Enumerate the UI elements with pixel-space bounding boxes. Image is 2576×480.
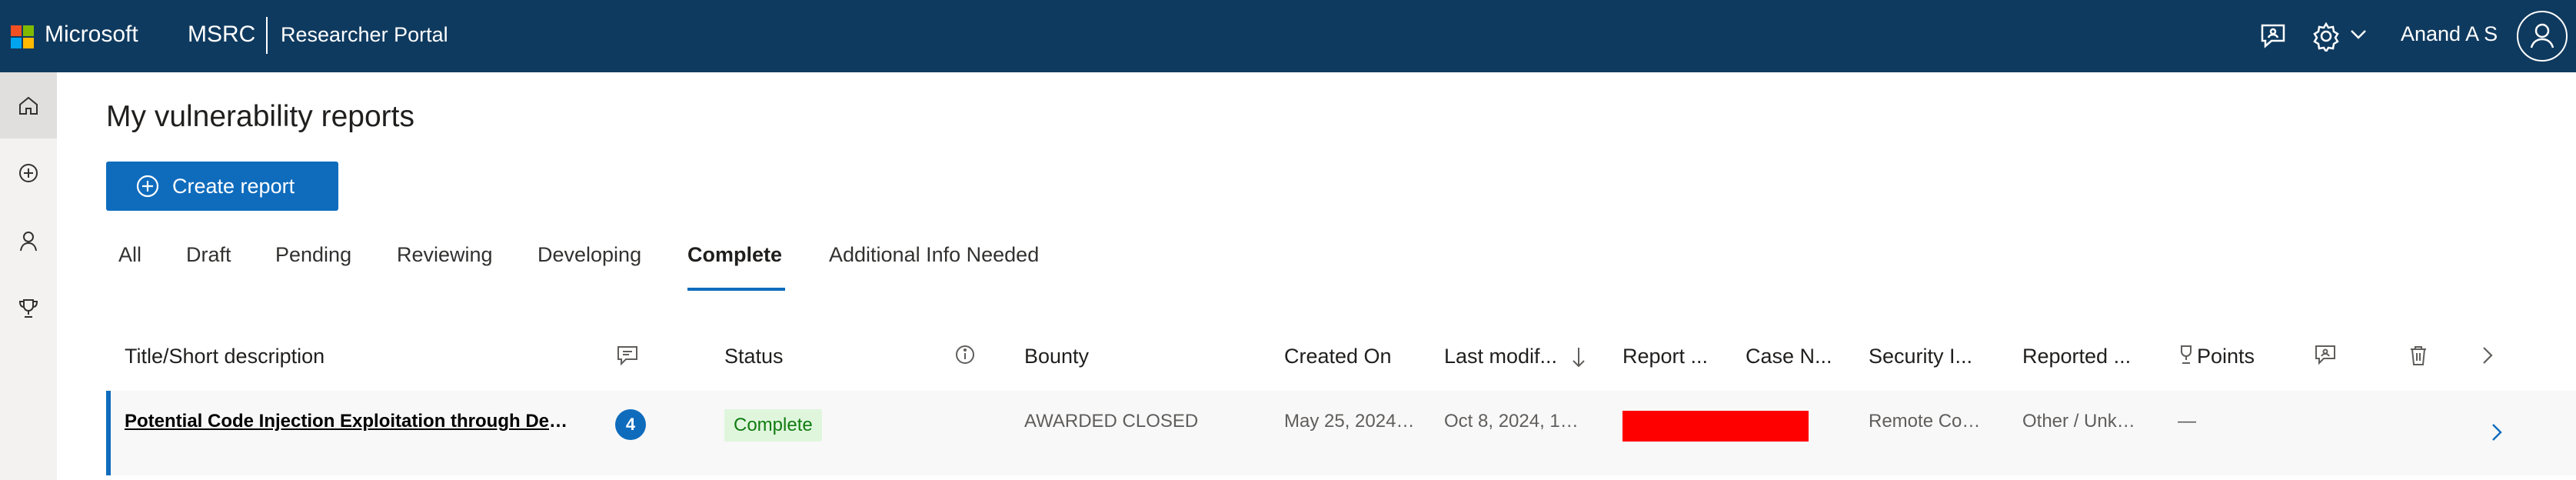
- table-row[interactable]: [106, 391, 2576, 475]
- bounty-value: AWARDED CLOSED: [1024, 411, 1199, 432]
- chevron-right-icon[interactable]: [2479, 343, 2496, 372]
- chevron-down-icon[interactable]: [2348, 25, 2368, 45]
- column-header-status[interactable]: Status: [724, 345, 784, 368]
- tab-draft[interactable]: Draft: [186, 243, 231, 267]
- left-rail: [0, 72, 57, 480]
- add-circle-icon: [136, 175, 159, 198]
- tab-all[interactable]: All: [118, 243, 141, 267]
- add-circle-icon: [19, 164, 38, 182]
- column-header-title[interactable]: Title/Short description: [125, 345, 324, 368]
- user-name[interactable]: Anand A S: [2401, 22, 2498, 46]
- column-header-bounty[interactable]: Bounty: [1024, 345, 1089, 368]
- column-header-created-on[interactable]: Created On: [1284, 345, 1392, 368]
- comments-count-badge[interactable]: 4: [615, 409, 646, 440]
- column-header-points[interactable]: Points: [2197, 345, 2255, 368]
- user-icon: [2530, 23, 2554, 48]
- user-avatar[interactable]: [2517, 11, 2568, 62]
- trophy-icon: [18, 299, 38, 318]
- created-on-value: May 25, 2024, 10:00 AM: [1284, 411, 1415, 432]
- redacted-block: [1622, 411, 1809, 442]
- tab-developing[interactable]: Developing: [537, 243, 641, 267]
- portal-name[interactable]: Researcher Portal: [281, 23, 448, 47]
- column-header-report[interactable]: Report ...: [1622, 345, 1708, 368]
- feedback-icon[interactable]: [2313, 343, 2338, 372]
- feedback-icon[interactable]: [2258, 21, 2288, 52]
- sort-descending-icon[interactable]: [1570, 345, 1587, 373]
- report-title-link[interactable]: Potential Code Injection Exploitation th…: [125, 411, 578, 432]
- microsoft-logo[interactable]: [11, 25, 34, 48]
- create-report-label: Create report: [172, 174, 295, 198]
- product-name[interactable]: MSRC: [188, 22, 255, 48]
- delete-icon[interactable]: [2407, 343, 2430, 372]
- rail-item-profile[interactable]: [0, 208, 57, 274]
- row-chevron-right-icon[interactable]: [2488, 420, 2505, 448]
- rail-item-home[interactable]: [0, 72, 57, 138]
- last-modified-value: Oct 8, 2024, 10:00 AM: [1444, 411, 1584, 432]
- reported-value: Other / Unknown: [2022, 411, 2145, 432]
- column-header-last-modified[interactable]: Last modif...: [1444, 345, 1557, 368]
- tab-additional-info-needed[interactable]: Additional Info Needed: [829, 243, 1039, 267]
- rail-item-create[interactable]: [0, 140, 57, 206]
- page-title: My vulnerability reports: [106, 100, 414, 133]
- column-header-reported[interactable]: Reported ...: [2022, 345, 2131, 368]
- tab-reviewing[interactable]: Reviewing: [397, 243, 493, 267]
- tab-pending[interactable]: Pending: [275, 243, 351, 267]
- points-value: —: [2178, 411, 2196, 432]
- info-icon[interactable]: [954, 343, 977, 370]
- brand-name[interactable]: Microsoft: [45, 22, 138, 48]
- gear-icon[interactable]: [2311, 21, 2341, 54]
- comments-icon[interactable]: [615, 343, 640, 372]
- active-tab-indicator: [687, 288, 785, 291]
- rail-item-rewards[interactable]: [0, 275, 57, 342]
- header-divider: [266, 17, 268, 54]
- column-header-case-number[interactable]: Case N...: [1746, 345, 1832, 368]
- column-header-security-impact[interactable]: Security I...: [1869, 345, 1972, 368]
- security-impact-value: Remote Code Execution: [1869, 411, 1984, 432]
- tab-complete[interactable]: Complete: [687, 243, 782, 267]
- person-icon: [20, 232, 37, 252]
- top-bar: Microsoft MSRC Researcher Portal Anand A…: [0, 0, 2576, 72]
- status-badge: Complete: [724, 409, 822, 442]
- trophy-icon: [2178, 343, 2195, 370]
- create-report-button[interactable]: Create report: [106, 162, 338, 211]
- home-icon: [19, 96, 38, 115]
